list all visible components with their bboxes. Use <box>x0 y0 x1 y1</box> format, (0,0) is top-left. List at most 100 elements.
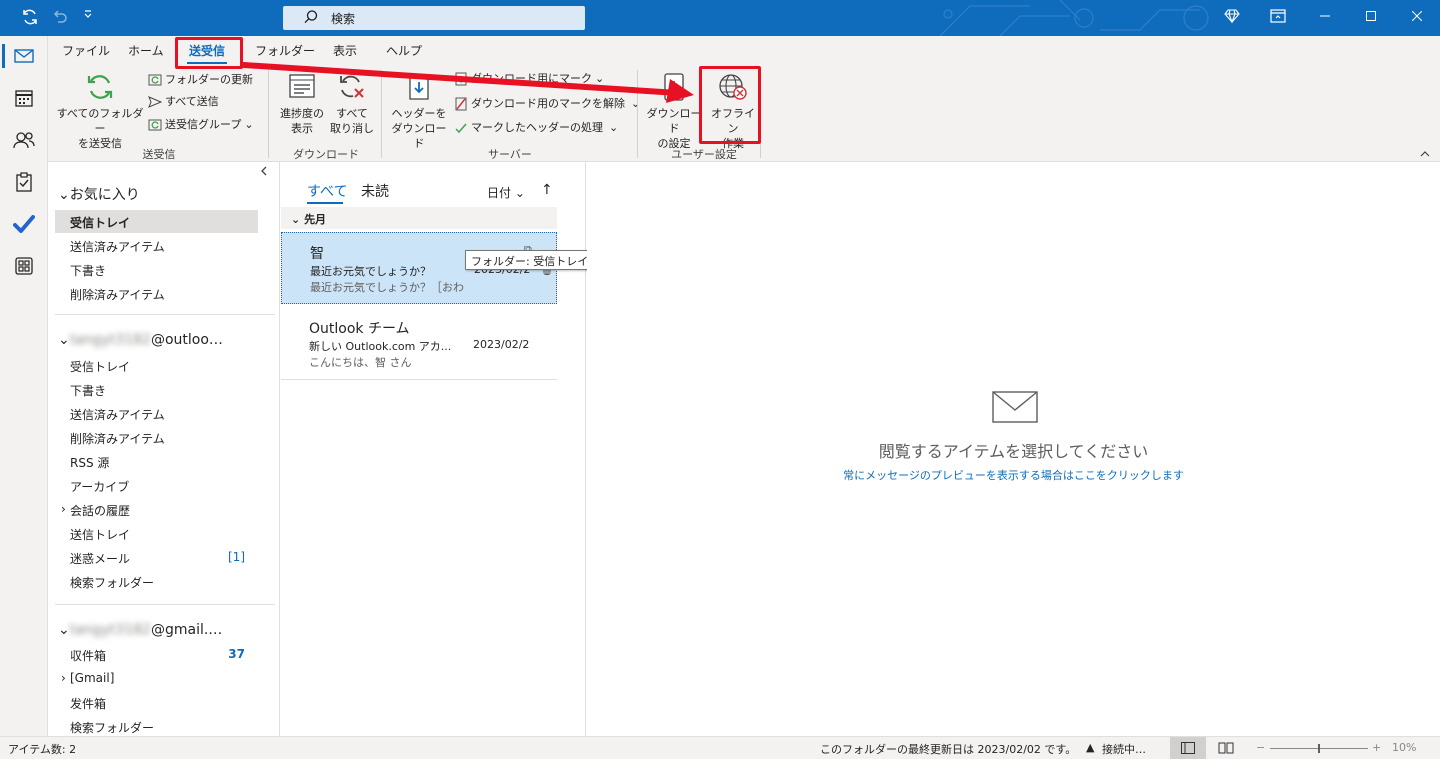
more-apps-nav-button[interactable] <box>4 248 44 284</box>
zoom-in-icon[interactable]: + <box>1372 741 1381 754</box>
highlight-tab-send-receive <box>175 37 243 69</box>
divider <box>55 314 275 315</box>
send-receive-groups-dropdown[interactable]: 送受信グループ ⌄ <box>148 116 254 134</box>
item-count: アイテム数: 2 <box>8 743 77 756</box>
group-header-label: 先月 <box>304 213 327 226</box>
envelope-icon <box>992 391 1038 423</box>
search-placeholder: 検索 <box>331 12 356 26</box>
filter-all-tab[interactable]: すべて <box>307 181 347 201</box>
folder-search-folders[interactable]: 検索フォルダー <box>70 574 154 591</box>
folder-deleted-items[interactable]: 削除済みアイテム <box>70 430 165 447</box>
people-nav-button[interactable] <box>4 122 44 158</box>
update-folder-button[interactable]: フォルダーの更新 <box>148 71 253 89</box>
send-all-label: すべて送信 <box>165 95 219 108</box>
divider <box>55 604 275 605</box>
message-preview: 最近お元気でしょうか？［おわ <box>310 281 464 294</box>
group-label-server: サーバー <box>488 148 532 161</box>
tasks-nav-button[interactable] <box>4 164 44 200</box>
show-progress-label: 進捗度の 表示 <box>280 107 324 135</box>
ribbon-display-options-icon[interactable] <box>1268 8 1288 28</box>
chevron-down-icon: ⌄ <box>58 187 70 203</box>
collapse-ribbon-icon[interactable] <box>1420 148 1430 161</box>
send-receive-sync-icon <box>87 75 113 99</box>
folder-conversation-history[interactable]: 会話の履歴 <box>70 502 130 519</box>
account-name-blurred: tangyt3182 <box>69 332 151 348</box>
app-navigation-rail <box>0 36 48 736</box>
folder-gmail-group[interactable]: [Gmail] <box>70 671 114 685</box>
folder-junk[interactable]: 迷惑メール <box>70 550 130 567</box>
mail-icon <box>14 49 34 63</box>
groups-sync-icon <box>148 119 162 131</box>
folder-inbox[interactable]: 受信トレイ <box>70 358 130 375</box>
tab-file[interactable]: ファイル <box>62 42 110 59</box>
chevron-down-icon: ⌄ <box>58 622 70 638</box>
folder-gmail-outbox[interactable]: 发件箱 <box>70 695 106 712</box>
folder-sent-items[interactable]: 送信済みアイテム <box>70 406 165 423</box>
connection-status[interactable]: 接続中… <box>1102 741 1146 757</box>
premium-diamond-icon[interactable] <box>1222 8 1242 28</box>
folder-gmail-search-folders[interactable]: 検索フォルダー <box>70 719 154 736</box>
todo-nav-button[interactable] <box>4 206 44 242</box>
send-icon <box>148 96 163 108</box>
favorites-header[interactable]: ⌄お気に入り <box>58 184 140 204</box>
account-gmail-header[interactable]: ⌄tangyt3182@gmail.… <box>58 622 222 638</box>
message-sender: Outlook チーム <box>309 321 410 337</box>
close-button[interactable] <box>1394 0 1440 36</box>
group-header[interactable]: ⌄ 先月 <box>291 211 326 227</box>
sort-direction-arrow-icon[interactable]: ↑ <box>541 182 553 198</box>
favorite-inbox[interactable]: 受信トレイ <box>70 214 130 231</box>
folder-pane: ⌄お気に入り 受信トレイ 送信済みアイテム 下書き 削除済みアイテム ⌄tang… <box>48 162 280 736</box>
sync-icon[interactable] <box>20 8 40 28</box>
group-label-preferences: ユーザー設定 <box>671 148 737 161</box>
empty-reading-message: 閲覧するアイテムを選択してください <box>878 442 1149 461</box>
zoom-out-icon[interactable]: − <box>1256 741 1265 754</box>
send-all-button[interactable]: すべて送信 <box>148 93 219 111</box>
folder-tooltip: フォルダー: 受信トレイ <box>465 250 595 270</box>
folder-gmail-inbox[interactable]: 収件箱 <box>70 647 106 664</box>
group-label-send-receive: 送受信 <box>142 148 176 161</box>
message-date: 2023/02/2 <box>473 338 530 351</box>
collapse-folder-pane-icon[interactable] <box>260 166 268 179</box>
zoom-slider-thumb[interactable] <box>1318 744 1320 753</box>
download-preferences-label: ダウンロード の設定 <box>646 107 702 150</box>
sort-by-date-dropdown[interactable]: 日付 ⌄ <box>487 184 525 201</box>
quick-access-dropdown-icon[interactable] <box>78 8 98 28</box>
calendar-icon <box>15 90 33 107</box>
folder-drafts[interactable]: 下書き <box>70 382 106 399</box>
filter-unread-tab[interactable]: 未読 <box>361 181 389 201</box>
sort-label: 日付 <box>487 186 512 200</box>
mail-nav-button[interactable] <box>2 38 44 74</box>
maximize-button[interactable] <box>1348 0 1394 36</box>
zoom-level[interactable]: 10% <box>1392 741 1416 754</box>
folder-rss[interactable]: RSS 源 <box>70 454 109 471</box>
account-outlook-header[interactable]: ⌄tangyt3182@outloo… <box>58 332 223 348</box>
message-item[interactable]: Outlook チーム 新しい Outlook.com アカ... 2023/0… <box>281 308 557 380</box>
favorite-deleted-items[interactable]: 削除済みアイテム <box>70 286 165 303</box>
folder-refresh-icon <box>148 74 162 86</box>
send-receive-all-folders-button[interactable]: すべてのフォルダー を送受信 <box>56 72 144 151</box>
status-bar: アイテム数: 2 このフォルダーの最終更新日は 2023/02/02 です。 ▲… <box>0 736 1440 759</box>
favorite-sent-items[interactable]: 送信済みアイテム <box>70 238 165 255</box>
normal-view-button[interactable] <box>1170 737 1206 759</box>
calendar-nav-button[interactable] <box>4 80 44 116</box>
reading-view-icon <box>1218 742 1234 754</box>
chevron-right-icon[interactable]: › <box>61 671 66 685</box>
always-preview-link[interactable]: 常にメッセージのプレビューを表示する場合はここをクリックします <box>587 467 1440 483</box>
minimize-button[interactable] <box>1302 0 1348 36</box>
chevron-right-icon[interactable]: › <box>61 502 66 516</box>
search-box[interactable]: 検索 <box>283 6 585 30</box>
account-name-blurred: tangyt3182 <box>69 622 151 638</box>
chevron-down-icon: ⌄ <box>514 186 525 200</box>
undo-icon[interactable] <box>50 8 70 28</box>
reading-view-button[interactable] <box>1218 741 1234 758</box>
message-preview: こんにちは、智 さん <box>309 356 412 369</box>
tab-home[interactable]: ホーム <box>128 42 164 59</box>
folder-archive[interactable]: アーカイブ <box>70 478 129 495</box>
title-bar: 検索 <box>0 0 1440 36</box>
favorite-drafts[interactable]: 下書き <box>70 262 106 279</box>
folder-outbox[interactable]: 送信トレイ <box>70 526 130 543</box>
warning-icon: ▲ <box>1086 741 1095 754</box>
message-sender: 智 <box>310 246 324 262</box>
people-icon <box>13 132 35 149</box>
process-marked-headers-dropdown[interactable]: マークしたヘッダーの処理 ⌄ <box>454 119 618 137</box>
